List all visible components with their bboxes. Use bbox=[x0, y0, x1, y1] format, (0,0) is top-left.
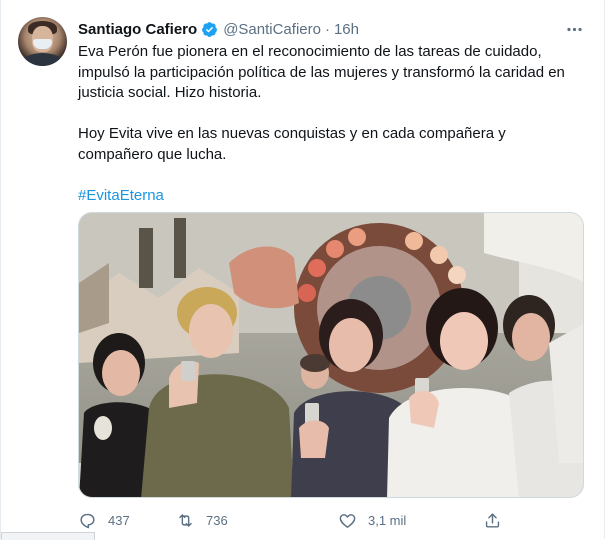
like-count: 3,1 mil bbox=[368, 512, 407, 528]
retweet-button[interactable]: 736 bbox=[176, 511, 228, 530]
retweet-icon bbox=[179, 513, 192, 527]
tweet[interactable]: Santiago Cafiero @SantiCafiero · 16h Eva… bbox=[0, 0, 605, 540]
tweet-paragraph-1: Eva Perón fue pionera en el reconocimien… bbox=[78, 43, 565, 101]
photo-illustration bbox=[79, 213, 583, 497]
reply-count: 437 bbox=[108, 512, 130, 528]
separator-dot: · bbox=[324, 20, 330, 38]
tweet-text: Eva Perón fue pionera en el reconocimien… bbox=[78, 42, 578, 206]
share-button[interactable] bbox=[483, 511, 502, 530]
avatar[interactable] bbox=[18, 17, 67, 66]
tweet-paragraph-2: Hoy Evita vive en las nuevas conquistas … bbox=[78, 125, 506, 163]
share-icon bbox=[485, 512, 500, 528]
tweet-photo[interactable] bbox=[78, 212, 584, 498]
avatar-shirt bbox=[22, 53, 63, 66]
tweet-actions: 437 736 3,1 mil bbox=[78, 507, 518, 533]
avatar-mask bbox=[33, 39, 52, 49]
heart-icon bbox=[339, 513, 356, 528]
tweet-header: Santiago Cafiero @SantiCafiero · 16h bbox=[78, 18, 359, 40]
tweet-timestamp[interactable]: 16h bbox=[334, 21, 359, 38]
more-horizontal-icon bbox=[566, 27, 582, 31]
like-button[interactable]: 3,1 mil bbox=[338, 511, 406, 530]
author-name[interactable]: Santiago Cafiero bbox=[78, 21, 197, 38]
author-handle[interactable]: @SantiCafiero bbox=[223, 21, 321, 38]
hashtag-link[interactable]: #EvitaEterna bbox=[78, 187, 164, 204]
reply-icon bbox=[80, 513, 95, 528]
reply-button[interactable]: 437 bbox=[78, 511, 130, 530]
retweet-count: 736 bbox=[206, 512, 228, 528]
verified-badge-icon bbox=[202, 21, 218, 37]
more-options-button[interactable] bbox=[562, 17, 586, 41]
